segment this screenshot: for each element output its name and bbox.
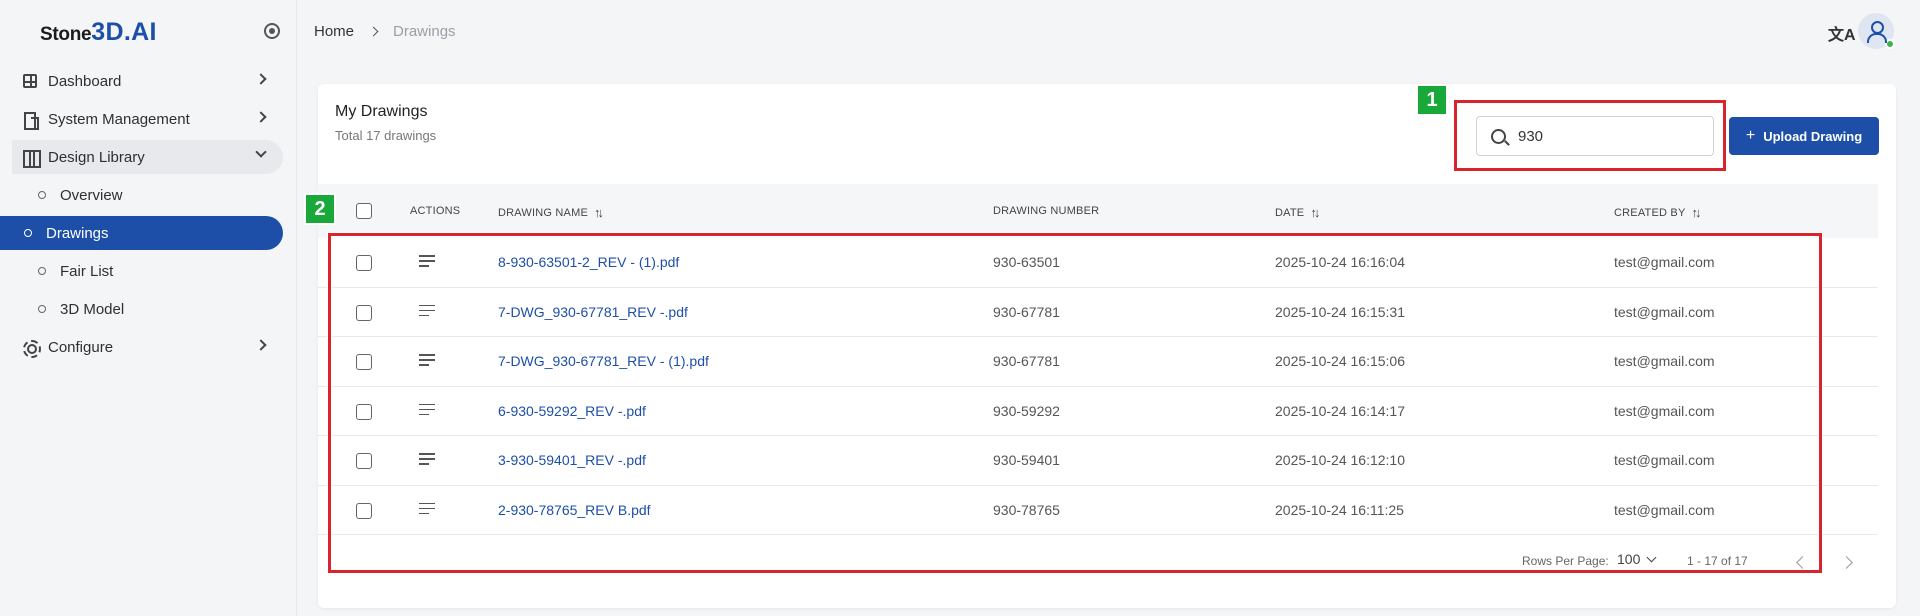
column-date[interactable]: Date ↑↓ xyxy=(1275,205,1320,220)
column-label: Drawing Number xyxy=(993,205,1100,217)
library-icon xyxy=(22,149,41,168)
sidebar-pin-icon[interactable] xyxy=(264,23,280,39)
sidebar-item-fair-list[interactable]: Fair List xyxy=(12,254,283,288)
page-title: My Drawings xyxy=(335,103,428,120)
chevron-right-icon xyxy=(255,73,267,85)
column-drawing-name[interactable]: Drawing Name ↑↓ xyxy=(498,205,604,220)
sidebar-item-label: Drawings xyxy=(46,224,109,242)
sidebar-item-label: Fair List xyxy=(60,262,114,280)
breadcrumb-current: Drawings xyxy=(393,23,456,40)
gear-icon xyxy=(22,339,41,358)
chevron-down-icon xyxy=(255,146,267,158)
column-label: Actions xyxy=(410,205,461,217)
select-all-checkbox[interactable] xyxy=(356,203,372,219)
avatar[interactable] xyxy=(1858,13,1895,49)
circle-icon xyxy=(38,191,46,199)
next-page-icon[interactable] xyxy=(1840,556,1853,569)
chevron-right-icon xyxy=(255,339,267,351)
column-drawing-number: Drawing Number xyxy=(993,205,1099,217)
sidebar-item-system-management[interactable]: System Management xyxy=(12,102,283,136)
sidebar-item-label: System Management xyxy=(48,110,190,128)
sidebar-item-label: Configure xyxy=(48,338,114,356)
sidebar: Stone 3D.AI Dashboard System Management D… xyxy=(0,0,297,616)
sidebar-item-design-library[interactable]: Design Library xyxy=(12,140,283,174)
annotation-badge-1: 1 xyxy=(1416,84,1448,116)
sort-icon[interactable]: ↑↓ xyxy=(1310,205,1320,220)
building-icon xyxy=(22,111,39,130)
sidebar-nav: Dashboard System Management Design Libra… xyxy=(0,64,297,368)
column-created-by[interactable]: Created By ↑↓ xyxy=(1614,205,1701,220)
annotation-badge-2: 2 xyxy=(304,193,336,225)
column-label: Date xyxy=(1275,206,1305,219)
upload-drawing-button[interactable]: + Upload Drawing xyxy=(1729,117,1879,155)
sidebar-item-label: Overview xyxy=(60,186,123,204)
upload-drawing-label: Upload Drawing xyxy=(1763,128,1863,144)
sidebar-item-3d-model[interactable]: 3D Model xyxy=(12,292,283,326)
sidebar-item-configure[interactable]: Configure xyxy=(12,330,283,364)
brand-part1: Stone xyxy=(40,24,92,45)
circle-icon xyxy=(24,229,32,237)
sidebar-item-label: Design Library xyxy=(48,148,145,166)
circle-icon xyxy=(38,267,46,275)
breadcrumb: Home Drawings xyxy=(314,23,456,40)
translate-icon[interactable]: 文A xyxy=(1828,21,1856,45)
column-actions: Actions xyxy=(410,205,460,217)
sidebar-item-overview[interactable]: Overview xyxy=(12,178,283,212)
chevron-right-icon xyxy=(255,111,267,123)
dashboard-icon xyxy=(22,73,38,89)
brand-logo[interactable]: Stone 3D.AI xyxy=(40,18,157,46)
sidebar-item-label: Dashboard xyxy=(48,72,122,90)
sidebar-item-dashboard[interactable]: Dashboard xyxy=(12,64,283,98)
sort-icon[interactable]: ↑↓ xyxy=(594,205,604,220)
circle-icon xyxy=(38,305,46,313)
plus-icon: + xyxy=(1745,127,1756,144)
brand-part2: 3D.AI xyxy=(91,18,157,46)
search-highlight-box xyxy=(1454,100,1726,171)
table-highlight-box xyxy=(328,233,1822,573)
table-header: Actions Drawing Name ↑↓ Drawing Number D… xyxy=(318,184,1878,238)
drawings-count: Total 17 drawings xyxy=(335,128,437,143)
online-status-dot xyxy=(1885,39,1895,49)
column-label: Created By xyxy=(1614,206,1686,219)
breadcrumb-home[interactable]: Home xyxy=(314,23,354,40)
sidebar-item-label: 3D Model xyxy=(60,300,125,318)
sidebar-item-drawings[interactable]: Drawings xyxy=(0,216,283,250)
sort-icon[interactable]: ↑↓ xyxy=(1691,205,1701,220)
column-label: Drawing Name xyxy=(498,206,588,219)
chevron-right-icon xyxy=(368,26,379,37)
